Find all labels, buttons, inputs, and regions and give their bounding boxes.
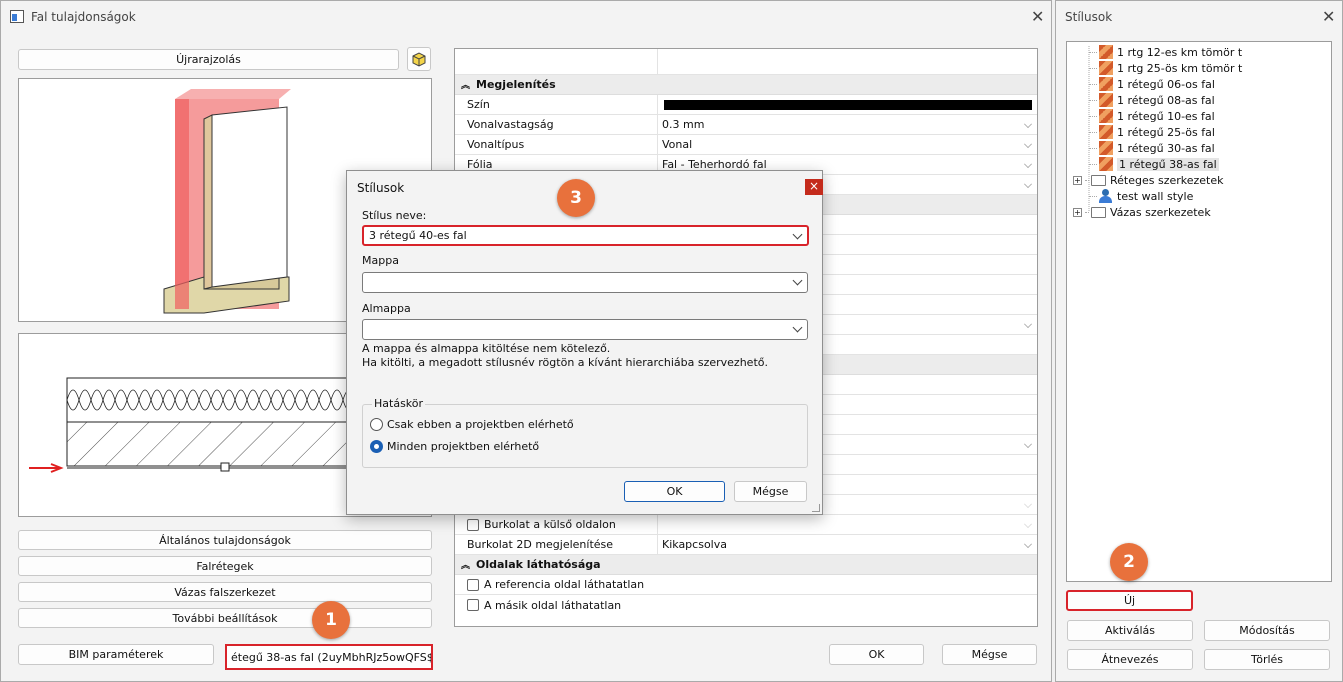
chevron-down-icon[interactable]	[1024, 540, 1032, 548]
color-swatch[interactable]	[664, 99, 1032, 110]
rename-button[interactable]: Átnevezés	[1067, 649, 1193, 670]
folder-icon	[1091, 206, 1106, 218]
wall-style-icon	[1099, 93, 1113, 107]
delete-button[interactable]: Törlés	[1204, 649, 1330, 670]
ok-button[interactable]: OK	[829, 644, 924, 665]
title-bar: Fal tulajdonságok ✕	[1, 1, 1051, 33]
close-icon[interactable]: ✕	[1322, 7, 1335, 26]
ref-side-hidden-checkbox[interactable]	[467, 578, 479, 591]
wall-style-icon	[1099, 77, 1113, 91]
bim-parameters-button[interactable]: BIM paraméterek	[18, 644, 214, 665]
folder-combo[interactable]	[362, 272, 808, 293]
close-icon[interactable]: ✕	[1031, 7, 1044, 26]
modify-button[interactable]: Módosítás	[1204, 620, 1330, 641]
prop-row-ref-hidden[interactable]: A referencia oldal láthatatlan	[455, 575, 1037, 595]
styles-tree: 1 rtg 12-es km tömör t 1 rtg 25-ös km tö…	[1066, 41, 1332, 582]
chevron-down-icon[interactable]	[1024, 180, 1032, 188]
tree-item-style[interactable]: 1 rtg 12-es km tömör t	[1089, 44, 1242, 60]
step-badge-2: 2	[1110, 543, 1148, 581]
folder-icon	[1091, 174, 1106, 186]
tree-item-style[interactable]: 1 rétegű 30-as fal	[1089, 140, 1215, 156]
scope-project-radio[interactable]: Csak ebben a projektben elérhető	[370, 418, 574, 431]
wall-style-icon	[1099, 125, 1113, 139]
dialog-cancel-button[interactable]: Mégse	[734, 481, 807, 502]
activate-button[interactable]: Aktiválás	[1067, 620, 1193, 641]
step-badge-1: 1	[312, 601, 350, 639]
radio-unchecked[interactable]	[370, 418, 383, 431]
wall-style-icon	[1099, 141, 1113, 155]
wall-style-icon	[1099, 109, 1113, 123]
tree-item-style[interactable]: 1 rétegű 08-as fal	[1089, 92, 1215, 108]
prop-row-line-type[interactable]: Vonaltípus Vonal	[455, 135, 1037, 155]
prop-row-cladding-outer[interactable]: Burkolat a külső oldalon	[455, 515, 1037, 535]
tree-item-style[interactable]: 1 rétegű 06-os fal	[1089, 76, 1215, 92]
prop-row-line-weight[interactable]: Vonalvastagság 0.3 mm	[455, 115, 1037, 135]
chevron-down-icon[interactable]	[792, 229, 803, 240]
new-style-button[interactable]: Új	[1066, 590, 1193, 611]
chevron-down-icon[interactable]	[792, 322, 803, 333]
close-icon[interactable]: ×	[805, 179, 823, 195]
wall-layers-button[interactable]: Falrétegek	[18, 556, 432, 576]
frame-wall-button[interactable]: Vázas falszerkezet	[18, 582, 432, 602]
style-name-field[interactable]: étegű 38-as fal (2uyMbhRJz5owQFS$_nIV	[225, 644, 433, 670]
chevron-down-icon[interactable]	[1024, 120, 1032, 128]
new-style-dialog: Stílusok × Stílus neve: 3 rétegű 40-es f…	[346, 170, 823, 515]
chevron-down-icon[interactable]	[792, 275, 803, 286]
prop-row-color[interactable]: Szín	[455, 95, 1037, 115]
tree-item-style[interactable]: test wall style	[1089, 188, 1193, 204]
style-name-combo[interactable]: 3 rétegű 40-es fal	[362, 225, 809, 246]
cancel-button[interactable]: Mégse	[942, 644, 1037, 665]
tree-item-style[interactable]: 1 rétegű 10-es fal	[1089, 108, 1215, 124]
collapse-icon[interactable]: ︽	[461, 78, 470, 91]
wall-style-icon	[1099, 61, 1113, 75]
cladding-outer-checkbox[interactable]	[467, 518, 479, 531]
window-title: Fal tulajdonságok	[31, 10, 136, 24]
styles-panel: Stílusok ✕ 1 rtg 12-es km tömör t 1 rtg …	[1055, 0, 1343, 682]
expand-icon[interactable]: +	[1073, 175, 1082, 185]
wall-style-icon	[1099, 157, 1113, 171]
prop-row-other-hidden[interactable]: A másik oldal láthatatlan	[455, 595, 1037, 615]
scope-label: Hatáskör	[372, 397, 426, 410]
user-style-icon	[1099, 189, 1112, 203]
3d-view-button[interactable]	[407, 47, 431, 71]
scope-all-radio[interactable]: Minden projektben elérhető	[370, 440, 539, 453]
note-line-1: A mappa és almappa kitöltése nem kötelez…	[362, 342, 611, 355]
tree-item-style[interactable]: 1 rétegű 25-ös fal	[1089, 124, 1215, 140]
cube-icon	[412, 52, 426, 67]
wall-style-icon	[1099, 45, 1113, 59]
chevron-down-icon	[1024, 500, 1032, 508]
tree-item-style-selected[interactable]: 1 rétegű 38-as fal	[1089, 156, 1219, 172]
expand-icon[interactable]: +	[1073, 207, 1082, 217]
radio-checked[interactable]	[370, 440, 383, 453]
subfolder-label: Almappa	[362, 302, 411, 315]
collapse-icon[interactable]: ︽	[461, 558, 470, 571]
prop-row-cladding-2d[interactable]: Burkolat 2D megjelenítése Kikapcsolva	[455, 535, 1037, 555]
general-properties-button[interactable]: Általános tulajdonságok	[18, 530, 432, 550]
chevron-down-icon[interactable]	[1024, 320, 1032, 328]
scope-group: Hatáskör Csak ebben a projektben elérhet…	[362, 397, 808, 468]
chevron-down-icon[interactable]	[1024, 440, 1032, 448]
chevron-down-icon[interactable]	[1024, 160, 1032, 168]
more-settings-button[interactable]: További beállítások	[18, 608, 432, 628]
dialog-ok-button[interactable]: OK	[624, 481, 725, 502]
tree-folder[interactable]: + Vázas szerkezetek	[1073, 204, 1211, 220]
step-badge-3: 3	[557, 179, 595, 217]
tree-folder[interactable]: + Réteges szerkezetek	[1073, 172, 1224, 188]
subfolder-combo[interactable]	[362, 319, 808, 340]
other-side-hidden-checkbox[interactable]	[467, 599, 479, 611]
tree-item-style[interactable]: 1 rtg 25-ös km tömör t	[1089, 60, 1242, 76]
chevron-down-icon	[1024, 520, 1032, 528]
section-display[interactable]: ︽ Megjelenítés	[455, 75, 1037, 95]
chevron-down-icon[interactable]	[1024, 140, 1032, 148]
style-name-label: Stílus neve:	[362, 209, 427, 222]
window-icon	[10, 10, 24, 23]
resize-grip-icon[interactable]	[812, 504, 820, 512]
section-visibility[interactable]: ︽ Oldalak láthatósága	[455, 555, 1037, 575]
folder-label: Mappa	[362, 254, 399, 267]
redraw-button[interactable]: Újrarajzolás	[18, 49, 399, 70]
note-line-2: Ha kitölti, a megadott stílusnév rögtön …	[362, 356, 768, 369]
styles-panel-title: Stílusok	[1065, 10, 1113, 24]
dialog-title: Stílusok	[357, 181, 405, 195]
